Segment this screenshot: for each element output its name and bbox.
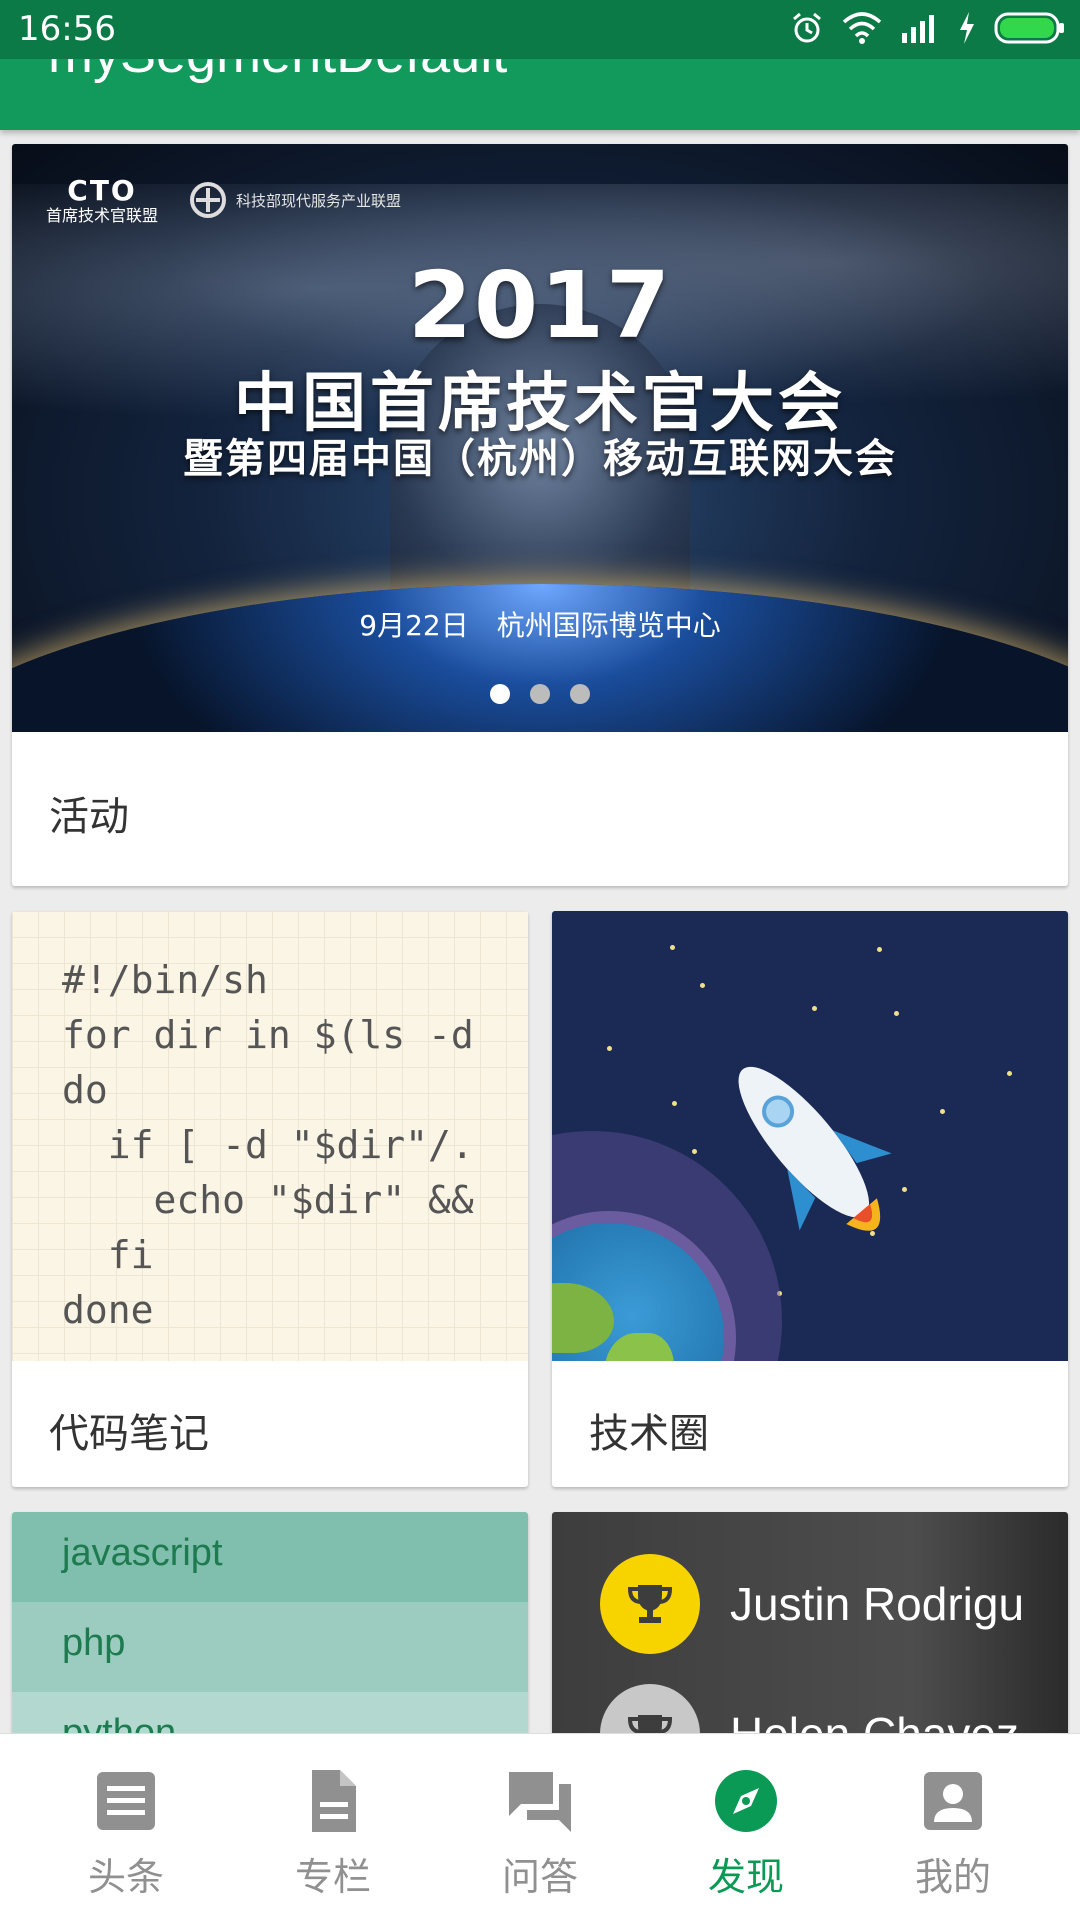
wifi-icon	[842, 12, 882, 48]
banner-subline: 暨第四届中国（杭州）移动互联网大会	[183, 436, 897, 482]
carousel-dot-1[interactable]	[490, 684, 510, 704]
nav-item-discover[interactable]: 发现	[638, 1734, 854, 1921]
nav-item-headlines[interactable]: 头条	[18, 1734, 234, 1921]
list-icon	[97, 1772, 155, 1830]
compass-icon	[715, 1770, 777, 1832]
nav-label: 发现	[707, 1855, 784, 1899]
nav-label: 专栏	[294, 1855, 371, 1899]
tech-circle-card[interactable]: 技术圈	[552, 911, 1068, 1487]
activity-card[interactable]: CTO 首席技术官联盟 科技部现代服务产业联盟 2017 中国首席技术官大会 暨…	[12, 144, 1068, 886]
nav-label: 我的	[914, 1855, 991, 1899]
trophy-icon	[600, 1554, 700, 1654]
chat-icon	[509, 1772, 571, 1832]
nav-item-qa[interactable]: 问答	[432, 1734, 648, 1921]
tech-circle-image	[552, 911, 1068, 1361]
banner-event-info: 9月22日 杭州国际博览中心	[359, 609, 721, 642]
nav-item-me[interactable]: 我的	[845, 1734, 1061, 1921]
event-banner[interactable]: CTO 首席技术官联盟 科技部现代服务产业联盟 2017 中国首席技术官大会 暨…	[12, 144, 1068, 732]
charging-icon	[958, 12, 976, 48]
carousel-dot-2[interactable]	[530, 684, 550, 704]
nav-item-columns[interactable]: 专栏	[225, 1734, 441, 1921]
carousel-indicator	[490, 684, 590, 704]
nav-label: 问答	[501, 1855, 578, 1899]
code-notes-label: 代码笔记	[49, 1411, 209, 1457]
service-alliance-logo: 科技部现代服务产业联盟	[188, 180, 401, 220]
status-bar: 16:56	[0, 0, 1080, 59]
ranking-row: Justin Rodrigu	[600, 1554, 1024, 1654]
battery-icon	[994, 12, 1066, 48]
tag-item[interactable]: javascript	[12, 1512, 528, 1602]
alarm-icon	[790, 11, 824, 49]
document-icon	[312, 1770, 356, 1832]
signal-icon	[900, 13, 940, 47]
tech-circle-label: 技术圈	[589, 1411, 709, 1457]
bottom-navigation: 头条 专栏 问答 发现 我的	[0, 1733, 1080, 1921]
nav-label: 头条	[87, 1855, 164, 1899]
app-bar: mySegmentDefault	[0, 59, 1080, 130]
person-icon	[924, 1772, 982, 1830]
ranking-user-name: Justin Rodrigu	[730, 1578, 1025, 1630]
rocket-icon	[738, 1066, 892, 1231]
banner-year: 2017	[407, 252, 673, 359]
app-title: mySegmentDefault	[48, 59, 507, 85]
activity-label: 活动	[49, 794, 129, 840]
code-snippet: #!/bin/sh for dir in $(ls -d do if [ -d …	[62, 958, 474, 1332]
code-notes-image: #!/bin/sh for dir in $(ls -d do if [ -d …	[12, 911, 528, 1361]
cto-alliance-logo: CTO 首席技术官联盟	[46, 174, 159, 225]
code-notes-card[interactable]: #!/bin/sh for dir in $(ls -d do if [ -d …	[12, 911, 528, 1487]
tag-item[interactable]: php	[12, 1602, 528, 1692]
status-time: 16:56	[18, 9, 116, 49]
carousel-dot-3[interactable]	[570, 684, 590, 704]
